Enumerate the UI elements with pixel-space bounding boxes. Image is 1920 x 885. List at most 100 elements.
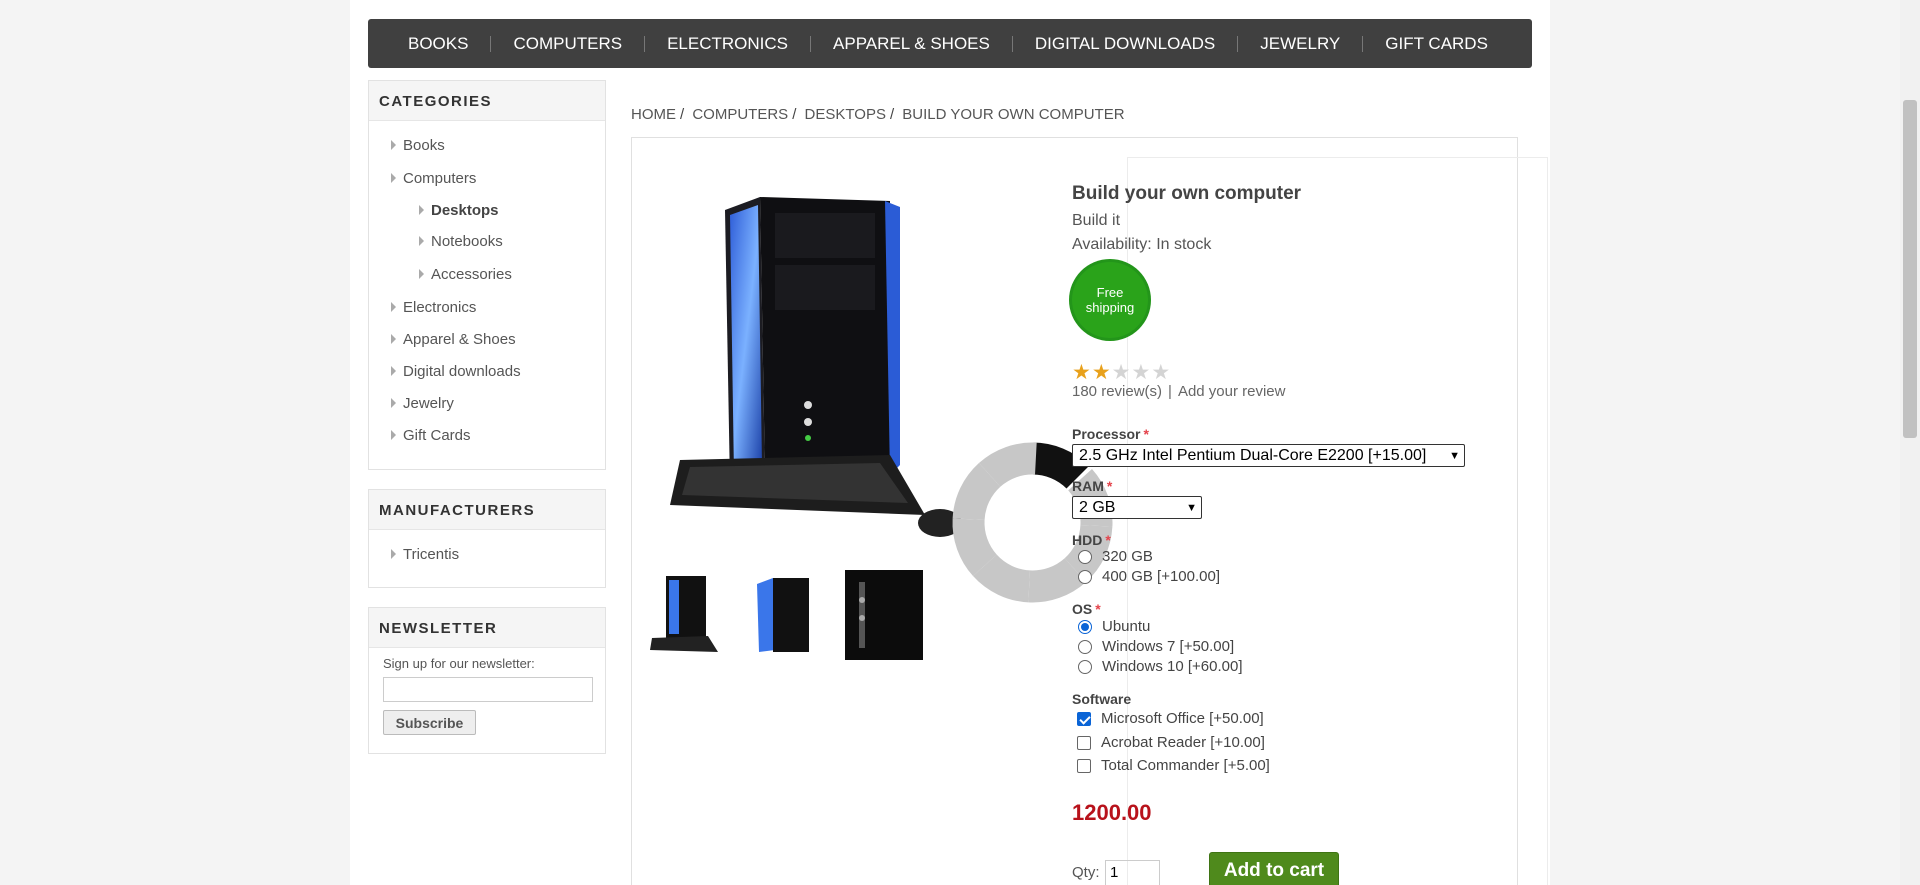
processor-label: Processor * — [1072, 426, 1149, 442]
manufacturers-title: MANUFACTURERS — [369, 490, 605, 530]
software-option-label: Microsoft Office [+50.00] — [1101, 710, 1264, 727]
scrollbar-thumb[interactable] — [1903, 100, 1917, 438]
hdd-option-320[interactable]: 320 GB — [1078, 548, 1153, 565]
os-label-text: OS — [1072, 601, 1093, 617]
ram-selected-value: 2 GB — [1079, 498, 1116, 516]
software-option-label: Acrobat Reader [+10.00] — [1101, 734, 1265, 751]
category-computers[interactable]: Computers — [369, 161, 605, 195]
arrow-right-icon — [391, 334, 396, 344]
os-option-ubuntu[interactable]: Ubuntu — [1078, 618, 1150, 635]
product-thumbnail-3[interactable] — [845, 570, 923, 660]
category-accessories[interactable]: Accessories — [369, 257, 605, 291]
reviews-count-link[interactable]: 180 review(s) — [1072, 383, 1162, 400]
category-apparel-shoes[interactable]: Apparel & Shoes — [369, 323, 605, 355]
product-name: Build your own computer — [1072, 183, 1302, 204]
page-scrollbar[interactable] — [1900, 0, 1920, 885]
breadcrumb-desktops[interactable]: DESKTOPS — [805, 106, 886, 123]
chevron-down-icon: ▼ — [1186, 501, 1197, 514]
arrow-right-icon — [419, 269, 424, 279]
topnav-digital-downloads[interactable]: DIGITAL DOWNLOADS — [1013, 34, 1237, 54]
os-label: OS * — [1072, 601, 1101, 617]
add-review-link[interactable]: Add your review — [1178, 383, 1286, 400]
arrow-right-icon — [391, 173, 396, 183]
categories-title: CATEGORIES — [369, 81, 605, 121]
software-option-office[interactable]: Microsoft Office [+50.00] — [1077, 710, 1264, 727]
radio-button[interactable] — [1078, 619, 1092, 634]
required-marker: * — [1143, 426, 1149, 442]
free-shipping-badge: Free shipping — [1072, 262, 1148, 338]
breadcrumb-home[interactable]: HOME — [631, 106, 676, 123]
breadcrumb: HOME / COMPUTERS / DESKTOPS / BUILD YOUR OW… — [631, 106, 1129, 123]
subscribe-button[interactable]: Subscribe — [383, 710, 476, 735]
radio-button[interactable] — [1078, 659, 1092, 674]
arrow-right-icon — [419, 205, 424, 215]
topnav-apparel-shoes[interactable]: APPAREL & SHOES — [811, 34, 1012, 54]
newsletter-block: NEWSLETTER Sign up for our newsletter: S… — [368, 607, 606, 754]
category-books[interactable]: Books — [369, 129, 605, 161]
category-label: Apparel & Shoes — [403, 330, 516, 348]
software-label: Software — [1072, 691, 1132, 707]
star-icon: ★ — [1151, 361, 1171, 384]
product-thumbnail-2[interactable] — [745, 572, 823, 660]
qty-input[interactable]: 1 — [1105, 860, 1160, 885]
category-gift-cards[interactable]: Gift Cards — [369, 419, 605, 451]
category-label: Desktops — [431, 201, 499, 219]
required-marker: * — [1106, 478, 1113, 494]
hdd-option-label: 320 GB — [1102, 548, 1153, 565]
required-marker: * — [1105, 532, 1111, 548]
topnav-gift-cards[interactable]: GIFT CARDS — [1363, 34, 1510, 54]
topnav-electronics[interactable]: ELECTRONICS — [645, 34, 810, 54]
software-option-label: Total Commander [+5.00] — [1101, 757, 1270, 774]
ram-select[interactable]: 2 GB ▼ — [1072, 496, 1202, 519]
star-icon: ★ — [1111, 361, 1131, 384]
hdd-option-label: 400 GB [+100.00] — [1102, 568, 1221, 585]
manufacturer-tricentis[interactable]: Tricentis — [369, 538, 605, 570]
category-label: Notebooks — [431, 232, 503, 250]
software-option-total-commander[interactable]: Total Commander [+5.00] — [1077, 757, 1270, 774]
product-thumbnail-1[interactable] — [648, 572, 726, 660]
arrow-right-icon — [391, 140, 396, 150]
topnav-jewelry[interactable]: JEWELRY — [1238, 34, 1362, 54]
arrow-right-icon — [391, 302, 396, 312]
product-short-description: Build it — [1072, 212, 1121, 229]
os-option-windows7[interactable]: Windows 7 [+50.00] — [1078, 638, 1234, 655]
hdd-label-text: HDD — [1072, 532, 1103, 548]
badge-label: Free shipping — [1085, 285, 1135, 315]
category-electronics[interactable]: Electronics — [369, 291, 605, 323]
arrow-right-icon — [391, 430, 396, 440]
add-to-cart-button[interactable]: Add to cart — [1209, 852, 1339, 885]
radio-button[interactable] — [1078, 569, 1092, 584]
category-label: Computers — [403, 169, 477, 187]
category-notebooks[interactable]: Notebooks — [369, 225, 605, 257]
page-container: BOOKS COMPUTERS ELECTRONICS APPAREL & SH… — [350, 0, 1550, 885]
category-digital-downloads[interactable]: Digital downloads — [369, 355, 605, 387]
product-main-image[interactable] — [650, 185, 970, 555]
newsletter-title: NEWSLETTER — [369, 608, 605, 648]
os-option-label: Windows 10 [+60.00] — [1102, 658, 1243, 675]
os-option-label: Ubuntu — [1102, 618, 1151, 635]
category-desktops[interactable]: Desktops — [369, 195, 605, 225]
manufacturers-block: MANUFACTURERS Tricentis — [368, 489, 606, 588]
category-label: Accessories — [431, 265, 512, 283]
hdd-option-400[interactable]: 400 GB [+100.00] — [1078, 568, 1220, 585]
breadcrumb-current: BUILD YOUR OWN COMPUTER — [902, 106, 1125, 123]
topnav-books[interactable]: BOOKS — [368, 34, 490, 54]
checkbox[interactable] — [1077, 711, 1091, 726]
newsletter-email-input[interactable] — [383, 677, 593, 702]
topnav-computers[interactable]: COMPUTERS — [491, 34, 644, 54]
checkbox[interactable] — [1077, 735, 1091, 750]
software-option-acrobat[interactable]: Acrobat Reader [+10.00] — [1077, 734, 1265, 751]
breadcrumb-separator: / — [792, 106, 797, 123]
star-icon: ★ — [1091, 361, 1111, 384]
radio-button[interactable] — [1078, 549, 1092, 564]
category-jewelry[interactable]: Jewelry — [369, 387, 605, 419]
ram-label-text: RAM — [1072, 478, 1104, 494]
os-option-windows10[interactable]: Windows 10 [+60.00] — [1078, 658, 1243, 675]
breadcrumb-computers[interactable]: COMPUTERS — [692, 106, 788, 123]
processor-select[interactable]: 2.5 GHz Intel Pentium Dual-Core E2200 [+… — [1072, 444, 1465, 467]
radio-button[interactable] — [1078, 639, 1092, 654]
category-label: Jewelry — [403, 394, 454, 412]
chevron-down-icon: ▼ — [1449, 449, 1460, 462]
checkbox[interactable] — [1077, 758, 1091, 773]
category-label: Electronics — [403, 298, 477, 316]
